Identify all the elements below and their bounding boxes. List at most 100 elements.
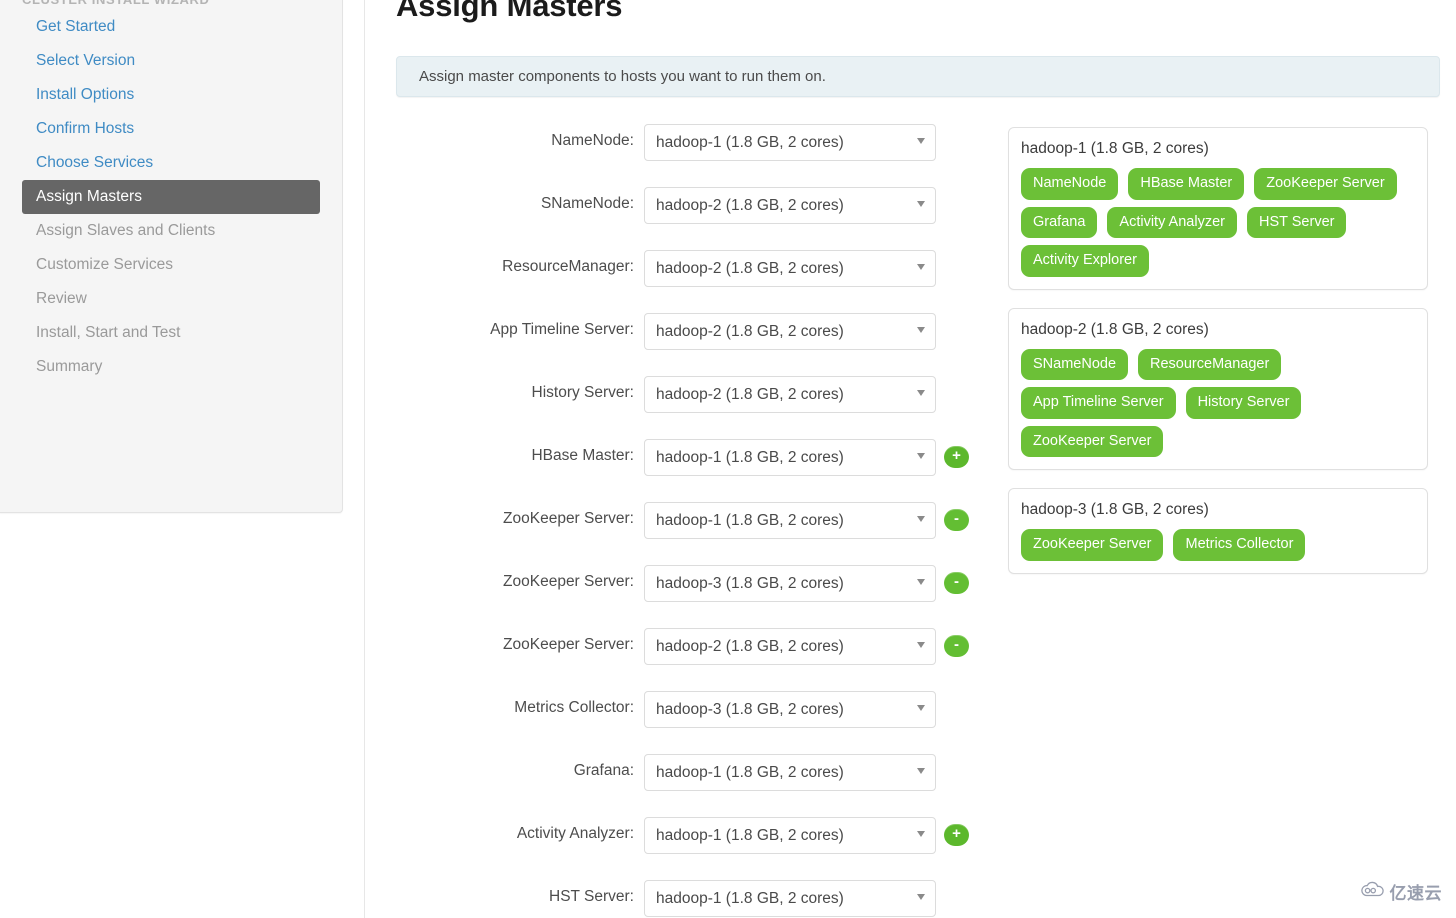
component-badge: ZooKeeper Server <box>1021 529 1164 561</box>
info-alert: Assign master components to hosts you wa… <box>396 56 1440 97</box>
sidebar-item-select-version[interactable]: Select Version <box>22 44 320 78</box>
sidebar-item-install-start-and-test: Install, Start and Test <box>36 324 181 341</box>
assign-row: SNameNode: hadoop-2 (1.8 GB, 2 cores) <box>396 181 986 244</box>
host-panel-title: hadoop-3 (1.8 GB, 2 cores) <box>1021 501 1209 518</box>
add-component-button[interactable]: + <box>944 824 969 846</box>
component-label: HBase Master: <box>531 447 634 464</box>
sidebar-item-confirm-hosts[interactable]: Confirm Hosts <box>22 112 320 146</box>
component-badge-list: SNameNode ResourceManager App Timeline Ser… <box>1021 348 1415 457</box>
wizard-heading: CLUSTER INSTALL WIZARD <box>22 0 209 7</box>
assign-masters-form: NameNode: hadoop-1 (1.8 GB, 2 cores) SName… <box>396 118 986 918</box>
chevron-down-icon <box>917 390 925 396</box>
host-panel: hadoop-3 (1.8 GB, 2 cores) ZooKeeper Serv… <box>1008 488 1428 574</box>
host-select-value: hadoop-3 (1.8 GB, 2 cores) <box>656 701 844 718</box>
site-watermark: 亿速云 <box>1359 879 1443 904</box>
assign-row: History Server: hadoop-2 (1.8 GB, 2 cores… <box>396 370 986 433</box>
remove-component-button[interactable]: - <box>944 635 969 657</box>
host-select[interactable]: hadoop-1 (1.8 GB, 2 cores) <box>644 502 936 539</box>
component-badge-list: ZooKeeper Server Metrics Collector <box>1021 529 1415 561</box>
component-badge: ResourceManager <box>1138 348 1282 380</box>
host-select-value: hadoop-2 (1.8 GB, 2 cores) <box>656 638 844 655</box>
host-select[interactable]: hadoop-1 (1.8 GB, 2 cores) <box>644 754 936 791</box>
host-select[interactable]: hadoop-1 (1.8 GB, 2 cores) <box>644 439 936 476</box>
chevron-down-icon <box>917 138 925 144</box>
chevron-down-icon <box>917 453 925 459</box>
component-badge: SNameNode <box>1021 348 1129 380</box>
component-badge: ZooKeeper Server <box>1021 425 1164 457</box>
add-component-button[interactable]: + <box>944 446 969 468</box>
sidebar-item-customize-services: Customize Services <box>36 256 173 273</box>
component-label: HST Server: <box>549 888 634 905</box>
host-select[interactable]: hadoop-2 (1.8 GB, 2 cores) <box>644 187 936 224</box>
host-select-value: hadoop-1 (1.8 GB, 2 cores) <box>656 827 844 844</box>
assign-row: App Timeline Server: hadoop-2 (1.8 GB, 2 … <box>396 307 986 370</box>
component-badge: Activity Explorer <box>1021 245 1149 277</box>
component-badge-list: NameNode HBase Master ZooKeeper Server Graf… <box>1021 168 1415 277</box>
component-label: ZooKeeper Server: <box>503 510 634 527</box>
content-divider <box>364 0 365 918</box>
component-label: NameNode: <box>551 132 634 149</box>
assign-row: Metrics Collector: hadoop-3 (1.8 GB, 2 co… <box>396 685 986 748</box>
main-content: Assign Masters Assign master components … <box>396 0 1456 918</box>
component-badge: History Server <box>1185 387 1302 419</box>
assign-row: HST Server: hadoop-1 (1.8 GB, 2 cores) <box>396 874 986 918</box>
assign-row: ZooKeeper Server: hadoop-1 (1.8 GB, 2 cor… <box>396 496 986 559</box>
chevron-down-icon <box>917 201 925 207</box>
host-select[interactable]: hadoop-1 (1.8 GB, 2 cores) <box>644 880 936 917</box>
host-select[interactable]: hadoop-2 (1.8 GB, 2 cores) <box>644 250 936 287</box>
chevron-down-icon <box>917 642 925 648</box>
assign-row: HBase Master: hadoop-1 (1.8 GB, 2 cores) + <box>396 433 986 496</box>
host-select-value: hadoop-1 (1.8 GB, 2 cores) <box>656 512 844 529</box>
component-badge: NameNode <box>1021 168 1119 200</box>
host-select[interactable]: hadoop-2 (1.8 GB, 2 cores) <box>644 376 936 413</box>
host-panel-title: hadoop-1 (1.8 GB, 2 cores) <box>1021 140 1209 157</box>
host-select-value: hadoop-2 (1.8 GB, 2 cores) <box>656 260 844 277</box>
host-select[interactable]: hadoop-1 (1.8 GB, 2 cores) <box>644 817 936 854</box>
host-panel: hadoop-1 (1.8 GB, 2 cores) NameNode HBase … <box>1008 127 1428 290</box>
component-label: SNameNode: <box>540 195 634 212</box>
sidebar-item-assign-masters: Assign Masters <box>22 180 320 214</box>
info-alert-text: Assign master components to hosts you wa… <box>419 68 826 85</box>
chevron-down-icon <box>917 705 925 711</box>
host-panel: hadoop-2 (1.8 GB, 2 cores) SNameNode Resou… <box>1008 307 1428 470</box>
component-badge: HBase Master <box>1128 168 1245 200</box>
cloud-icon <box>1359 881 1385 902</box>
host-select[interactable]: hadoop-2 (1.8 GB, 2 cores) <box>644 628 936 665</box>
chevron-down-icon <box>917 264 925 270</box>
component-label: ResourceManager: <box>502 258 634 275</box>
host-select-value: hadoop-3 (1.8 GB, 2 cores) <box>656 575 844 592</box>
component-badge: App Timeline Server <box>1021 387 1176 419</box>
host-select-value: hadoop-2 (1.8 GB, 2 cores) <box>656 197 844 214</box>
host-select-value: hadoop-1 (1.8 GB, 2 cores) <box>656 764 844 781</box>
wizard-sidebar: CLUSTER INSTALL WIZARD Get StartedSelect… <box>0 0 343 513</box>
host-select-value: hadoop-1 (1.8 GB, 2 cores) <box>656 890 844 907</box>
remove-component-button[interactable]: - <box>944 509 969 531</box>
sidebar-item-choose-services[interactable]: Choose Services <box>22 146 320 180</box>
sidebar-item-review: Review <box>36 290 87 307</box>
component-label: History Server: <box>531 384 635 401</box>
component-label: App Timeline Server: <box>490 321 634 338</box>
host-select[interactable]: hadoop-2 (1.8 GB, 2 cores) <box>644 313 936 350</box>
sidebar-item-get-started[interactable]: Get Started <box>22 10 320 44</box>
chevron-down-icon <box>917 579 925 585</box>
host-select-value: hadoop-2 (1.8 GB, 2 cores) <box>656 386 844 403</box>
chevron-down-icon <box>917 831 925 837</box>
wizard-step-list: Get Started Select Version Install Options… <box>22 10 320 384</box>
component-badge: Grafana <box>1021 206 1098 238</box>
assign-row: ZooKeeper Server: hadoop-2 (1.8 GB, 2 cor… <box>396 622 986 685</box>
page-title: Assign Masters <box>396 0 623 23</box>
chevron-down-icon <box>917 516 925 522</box>
host-select[interactable]: hadoop-1 (1.8 GB, 2 cores) <box>644 124 936 161</box>
sidebar-item-assign-slaves-and-clients: Assign Slaves and Clients <box>36 222 216 239</box>
host-select[interactable]: hadoop-3 (1.8 GB, 2 cores) <box>644 565 936 602</box>
cluster-install-wizard-page: CLUSTER INSTALL WIZARD Get StartedSelect… <box>0 0 1456 918</box>
host-select[interactable]: hadoop-3 (1.8 GB, 2 cores) <box>644 691 936 728</box>
component-label: Activity Analyzer: <box>516 825 634 842</box>
component-label: ZooKeeper Server: <box>503 573 634 590</box>
assign-row: ResourceManager: hadoop-2 (1.8 GB, 2 core… <box>396 244 986 307</box>
sidebar-item-install-options[interactable]: Install Options <box>22 78 320 112</box>
component-label: Metrics Collector: <box>514 699 634 716</box>
host-summary-panels: hadoop-1 (1.8 GB, 2 cores) NameNode HBase … <box>1008 127 1428 592</box>
remove-component-button[interactable]: - <box>944 572 969 594</box>
component-badge: Activity Analyzer <box>1107 206 1237 238</box>
